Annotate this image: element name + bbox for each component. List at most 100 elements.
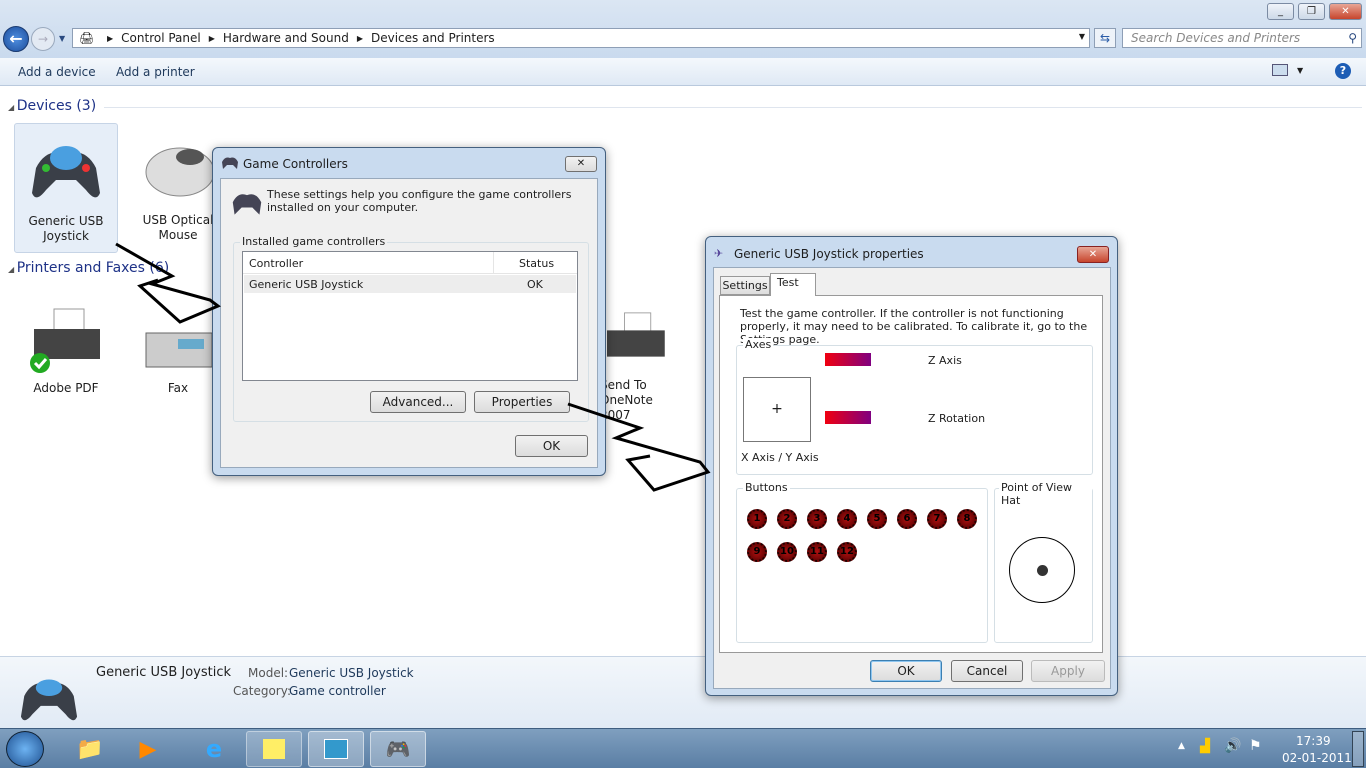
details-device-name: Generic USB Joystick: [96, 665, 232, 680]
printer-icon: [30, 308, 100, 373]
z-rotation-bar: [825, 411, 871, 424]
change-view-icon[interactable]: [1272, 64, 1288, 76]
details-model-label: Model:: [248, 666, 289, 680]
printer-adobe-pdf[interactable]: Adobe PDF: [14, 305, 118, 396]
media-player-icon: ▶: [139, 736, 157, 762]
installed-controllers-group: Installed game controllers Controller St…: [233, 235, 589, 422]
joystick-button-indicator: 4: [837, 509, 857, 529]
cancel-button[interactable]: Cancel: [951, 660, 1023, 682]
sticky-notes-icon: [263, 739, 285, 759]
test-tab-panel: Test the game controller. If the control…: [719, 295, 1103, 653]
search-input[interactable]: Search Devices and Printers ⚲: [1122, 28, 1362, 48]
intro-text: These settings help you configure the ga…: [267, 188, 572, 214]
tab-test[interactable]: Test: [770, 273, 816, 296]
gamepad-icon: [20, 679, 78, 721]
taskbar-sticky-notes[interactable]: [246, 731, 302, 767]
joystick-button-indicator: 5: [867, 509, 887, 529]
back-button[interactable]: ←: [3, 26, 29, 52]
ie-icon: e: [205, 735, 223, 763]
printer-send-to-onenote[interactable]: Send To OneNote 2007: [600, 305, 690, 423]
xy-axis-display: +: [743, 377, 811, 442]
view-dropdown-icon[interactable]: ▼: [1297, 66, 1303, 75]
device-generic-usb-joystick[interactable]: Generic USB Joystick: [14, 123, 118, 253]
joystick-button-indicator: 11: [807, 542, 827, 562]
search-icon: ⚲: [1348, 31, 1357, 45]
clock-time[interactable]: 17:39: [1296, 734, 1331, 748]
close-button[interactable]: ✕: [1077, 246, 1109, 263]
taskbar-media-player[interactable]: ▶: [120, 731, 176, 767]
volume-icon[interactable]: 🔊: [1224, 738, 1241, 754]
add-device-button[interactable]: Add a device: [18, 65, 96, 79]
xy-axis-label: X Axis / Y Axis: [741, 451, 819, 464]
advanced-button[interactable]: Advanced...: [370, 391, 466, 413]
column-status[interactable]: Status: [519, 257, 554, 270]
buttons-label: Buttons: [743, 481, 790, 494]
ok-button[interactable]: OK: [515, 435, 588, 457]
help-button[interactable]: ?: [1335, 63, 1351, 79]
joystick-button-indicator: 6: [897, 509, 917, 529]
taskbar-explorer[interactable]: 📁: [62, 731, 118, 767]
close-button[interactable]: ✕: [565, 156, 597, 172]
printers-group-header[interactable]: ◢ Printers and Faxes (6): [8, 260, 169, 276]
breadcrumb-hardware-sound[interactable]: Hardware and Sound: [223, 31, 349, 45]
refresh-button[interactable]: ⇆: [1094, 28, 1116, 48]
properties-button[interactable]: Properties: [474, 391, 570, 413]
folder-icon: 📁: [76, 736, 104, 762]
fax-icon: [145, 332, 213, 368]
chevron-right-icon: ▶: [356, 33, 363, 43]
joystick-button-indicator: 10: [777, 542, 797, 562]
control-panel-icon: [324, 739, 348, 759]
breadcrumb-control-panel[interactable]: Control Panel: [121, 31, 201, 45]
start-button[interactable]: [6, 731, 44, 767]
action-center-flag-icon[interactable]: ⚑: [1249, 738, 1262, 754]
pov-hat-label: Point of View Hat: [999, 481, 1092, 507]
table-row[interactable]: Generic USB Joystick OK: [244, 275, 576, 293]
joystick-button-indicator: 7: [927, 509, 947, 529]
recent-pages-icon[interactable]: ▼: [59, 34, 65, 43]
tab-settings[interactable]: Settings: [720, 276, 770, 295]
column-controller[interactable]: Controller: [249, 257, 303, 270]
chevron-right-icon: ▶: [208, 33, 215, 43]
address-dropdown-icon[interactable]: ▼: [1079, 32, 1085, 41]
close-button[interactable]: ✕: [1329, 3, 1362, 20]
minimize-button[interactable]: _: [1267, 3, 1294, 20]
controllers-list[interactable]: Controller Status Generic USB Joystick O…: [242, 251, 578, 381]
command-bar: Add a device Add a printer ▼ ?: [0, 58, 1366, 86]
controller-name: Generic USB Joystick: [249, 278, 364, 291]
axes-label: Axes: [743, 338, 774, 351]
taskbar-internet-explorer[interactable]: e: [186, 731, 242, 767]
z-axis-bar: [825, 353, 871, 366]
show-hidden-icons[interactable]: ▲: [1178, 741, 1185, 751]
apply-button[interactable]: Apply: [1031, 660, 1105, 682]
devices-group-header[interactable]: ◢ Devices (3): [8, 98, 96, 114]
address-bar[interactable]: 🖨 ▶ Control Panel ▶ Hardware and Sound ▶…: [72, 28, 1090, 48]
gamepad-icon: [232, 194, 262, 215]
maximize-button[interactable]: ❐: [1298, 3, 1325, 20]
gamepad-icon: ✈: [714, 247, 724, 260]
z-axis-label: Z Axis: [928, 354, 962, 367]
details-pane: Generic USB Joystick Model: Generic USB …: [0, 656, 1366, 728]
clock-date[interactable]: 02-01-2011: [1282, 751, 1352, 765]
printer-label: Adobe PDF: [33, 381, 99, 395]
game-controllers-dialog: Game Controllers ✕ These settings help y…: [212, 147, 606, 476]
taskbar-control-panel[interactable]: [308, 731, 364, 767]
forward-button[interactable]: →: [31, 27, 55, 51]
breadcrumb-devices-printers[interactable]: Devices and Printers: [371, 31, 495, 45]
details-model-value: Generic USB Joystick: [289, 666, 414, 680]
taskbar-game-controllers[interactable]: 🎮: [370, 731, 426, 767]
joystick-button-indicator: 8: [957, 509, 977, 529]
gamepad-icon: 🎮: [385, 737, 411, 761]
pov-hat-group: Point of View Hat: [994, 481, 1093, 643]
details-category-value: Game controller: [289, 684, 386, 698]
pov-hat-indicator: [1037, 565, 1048, 576]
mouse-icon: [145, 147, 215, 197]
buttons-group: Buttons 1 2 3 4 5 6 7 8 9 10 11 12: [736, 481, 988, 643]
network-icon[interactable]: ▟: [1200, 739, 1210, 754]
add-printer-button[interactable]: Add a printer: [116, 65, 195, 79]
dialog-title: Generic USB Joystick properties: [734, 247, 924, 261]
joystick-button-indicator: 1: [747, 509, 767, 529]
z-rotation-label: Z Rotation: [928, 412, 986, 425]
pov-hat-display: [1009, 537, 1075, 603]
ok-button[interactable]: OK: [870, 660, 942, 682]
show-desktop-button[interactable]: [1352, 731, 1364, 767]
